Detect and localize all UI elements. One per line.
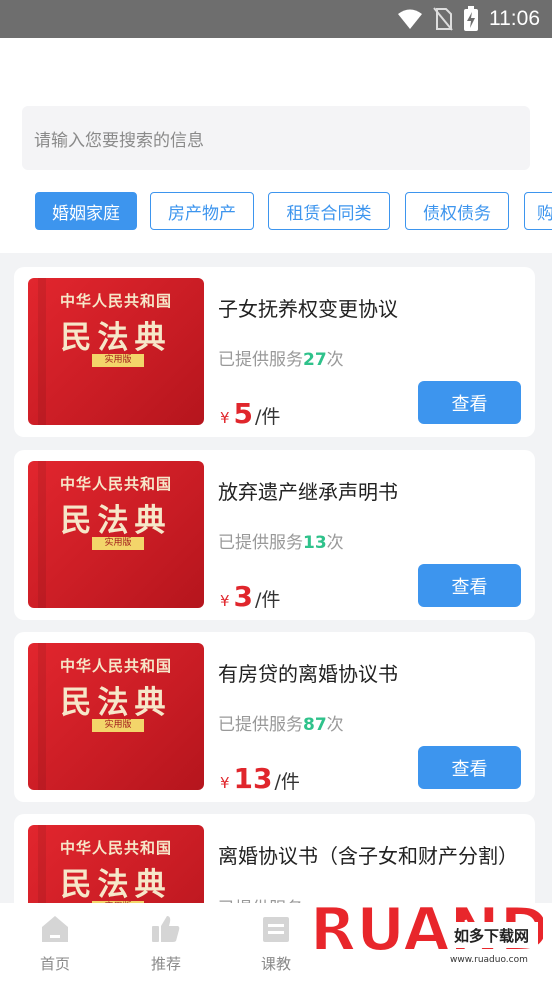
served-count: 87 bbox=[303, 715, 327, 735]
price-value: 3 bbox=[233, 580, 254, 613]
status-time: 11:06 bbox=[489, 7, 540, 30]
status-bar: 11:06 bbox=[0, 0, 552, 38]
status-icons: 11:06 bbox=[397, 6, 540, 32]
list-item[interactable]: 中华人民共和国 民法典 实用版 子女抚养权变更协议 已提供服务27次 ¥5/件 … bbox=[14, 267, 535, 437]
item-title: 子女抚养权变更协议 bbox=[218, 297, 398, 321]
tabbar-label: 课教 bbox=[260, 955, 291, 973]
item-served: 已提供服务27次 bbox=[218, 345, 344, 370]
cover-line1: 中华人民共和国 bbox=[59, 475, 172, 493]
item-served: 已提供服务87次 bbox=[218, 710, 344, 735]
tabbar-label: 推荐 bbox=[150, 955, 181, 973]
home-icon bbox=[42, 916, 68, 942]
cover-line2: 民法典 bbox=[60, 320, 172, 356]
served-suffix: 次 bbox=[326, 350, 344, 370]
cover-line2: 民法典 bbox=[60, 685, 172, 721]
search-placeholder: 请输入您要搜索的信息 bbox=[34, 130, 204, 151]
price-unit: /件 bbox=[274, 771, 300, 793]
served-prefix: 已提供服务 bbox=[218, 715, 303, 735]
view-button[interactable]: 查看 bbox=[418, 381, 521, 424]
tab-debt[interactable]: 债权债务 bbox=[405, 192, 509, 230]
wifi-icon bbox=[398, 9, 422, 29]
view-button[interactable]: 查看 bbox=[418, 564, 521, 607]
item-price: ¥5/件 bbox=[220, 397, 280, 430]
search-input[interactable]: 请输入您要搜索的信息 bbox=[22, 106, 530, 170]
header: 请输入您要搜索的信息 婚姻家庭 房产物产 租赁合同类 债权债务 购 bbox=[0, 38, 552, 253]
document-list: 中华人民共和国 民法典 实用版 子女抚养权变更协议 已提供服务27次 ¥5/件 … bbox=[0, 253, 552, 903]
price-value: 5 bbox=[233, 397, 254, 430]
book-cover-image: 中华人民共和国 民法典 实用版 bbox=[28, 825, 204, 903]
price-unit: /件 bbox=[255, 589, 281, 611]
list-item[interactable]: 中华人民共和国 民法典 实用版 有房贷的离婚协议书 已提供服务87次 ¥13/件… bbox=[14, 632, 535, 802]
item-title: 离婚协议书（含子女和财产分割） bbox=[218, 844, 518, 868]
cover-line1: 中华人民共和国 bbox=[59, 839, 172, 857]
cover-line2: 民法典 bbox=[60, 867, 172, 903]
tab-label: 房产物产 bbox=[168, 203, 236, 224]
item-price: ¥3/件 bbox=[220, 580, 280, 613]
cover-line1: 中华人民共和国 bbox=[59, 657, 172, 675]
price-value: 13 bbox=[233, 762, 273, 795]
tabbar-recommend[interactable]: 推荐 bbox=[126, 913, 206, 974]
currency-symbol: ¥ bbox=[220, 592, 230, 610]
item-title: 有房贷的离婚协议书 bbox=[218, 662, 398, 686]
cover-line1: 中华人民共和国 bbox=[59, 292, 172, 310]
watermark-text-cn: 如多下载网 bbox=[454, 927, 529, 945]
served-prefix: 已提供服务 bbox=[218, 533, 303, 553]
item-served: 已提供服务13次 bbox=[218, 528, 344, 553]
served-suffix: 次 bbox=[326, 533, 344, 553]
price-unit: /件 bbox=[255, 406, 281, 428]
watermark-logo: RUANDAO 如多下载网 www.ruaduo.com bbox=[309, 894, 543, 966]
tab-property[interactable]: 房产物产 bbox=[150, 192, 254, 230]
document-list-icon bbox=[263, 917, 289, 942]
item-title: 放弃遗产继承声明书 bbox=[218, 480, 398, 504]
item-served: 已提供服务 bbox=[218, 894, 303, 903]
item-price: ¥13/件 bbox=[220, 762, 300, 795]
cover-line2: 民法典 bbox=[60, 503, 172, 539]
book-cover-image: 中华人民共和国 民法典 实用版 bbox=[28, 643, 204, 790]
watermark-url: www.ruaduo.com bbox=[450, 955, 528, 965]
tab-purchase[interactable]: 购 bbox=[524, 192, 552, 230]
currency-symbol: ¥ bbox=[220, 774, 230, 792]
served-prefix: 已提供服务 bbox=[218, 350, 303, 370]
tab-label: 购 bbox=[537, 203, 552, 224]
cover-line3: 实用版 bbox=[92, 719, 144, 732]
tabbar-courses[interactable]: 课教 bbox=[236, 913, 316, 974]
list-item[interactable]: 中华人民共和国 民法典 实用版 放弃遗产继承声明书 已提供服务13次 ¥3/件 … bbox=[14, 450, 535, 620]
tabbar-home[interactable]: 首页 bbox=[15, 913, 95, 974]
tab-label: 债权债务 bbox=[423, 203, 491, 224]
tab-lease-contract[interactable]: 租赁合同类 bbox=[268, 192, 390, 230]
view-button[interactable]: 查看 bbox=[418, 746, 521, 789]
currency-symbol: ¥ bbox=[220, 409, 230, 427]
battery-charging-icon bbox=[464, 6, 478, 31]
book-cover-image: 中华人民共和国 民法典 实用版 bbox=[28, 461, 204, 608]
served-suffix: 次 bbox=[326, 715, 344, 735]
tab-marriage-family[interactable]: 婚姻家庭 bbox=[35, 192, 137, 230]
tab-label: 租赁合同类 bbox=[286, 203, 372, 224]
served-count: 27 bbox=[303, 350, 327, 370]
cover-line3: 实用版 bbox=[92, 537, 144, 550]
thumbs-up-icon bbox=[152, 916, 180, 942]
served-count: 13 bbox=[303, 533, 327, 553]
tabbar-label: 首页 bbox=[39, 955, 70, 973]
category-tabs: 婚姻家庭 房产物产 租赁合同类 债权债务 购 bbox=[0, 192, 552, 232]
cover-line3: 实用版 bbox=[92, 354, 144, 367]
no-sim-icon bbox=[433, 7, 453, 31]
book-cover-image: 中华人民共和国 民法典 实用版 bbox=[28, 278, 204, 425]
tab-label: 婚姻家庭 bbox=[52, 203, 120, 224]
